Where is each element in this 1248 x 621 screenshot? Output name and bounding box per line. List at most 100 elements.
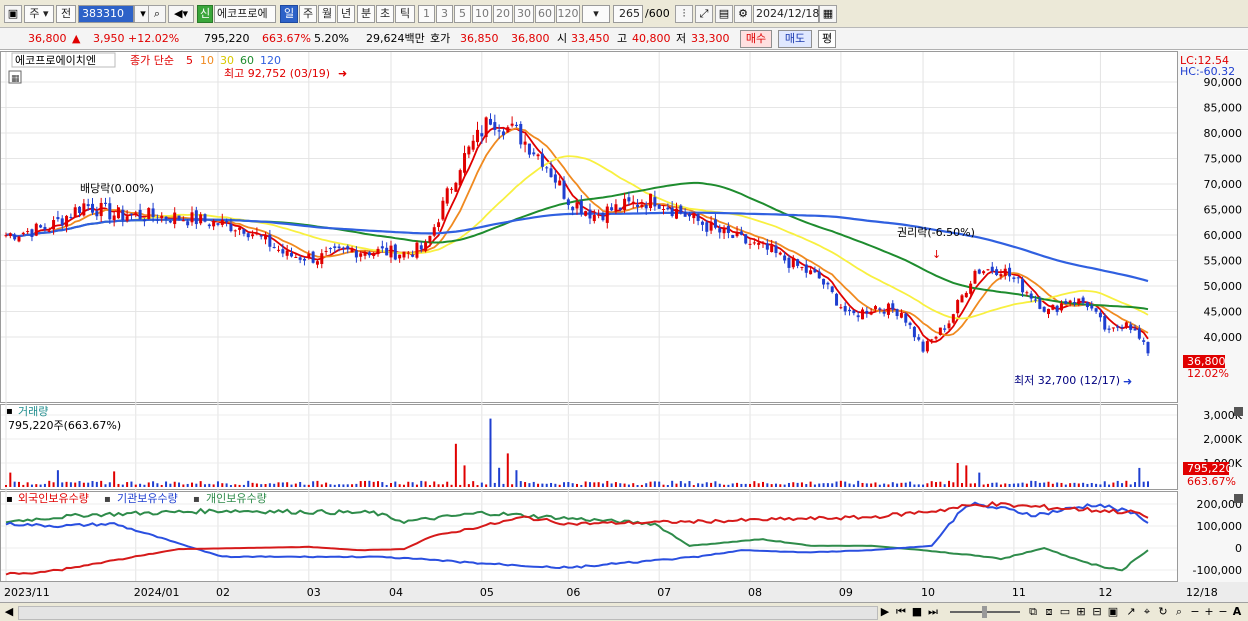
zoom-out-icon[interactable]: − xyxy=(1188,605,1202,619)
volume-bar xyxy=(182,484,185,487)
volume-bar xyxy=(563,482,566,487)
price-y-tick: 40,000 xyxy=(1204,331,1243,344)
candle-body xyxy=(1051,304,1055,310)
layout-icon-6[interactable]: ▣ xyxy=(1106,605,1120,619)
scroll-left-icon[interactable]: ◀ xyxy=(4,605,14,619)
volume-bar xyxy=(5,485,7,487)
interval-3[interactable]: 3 xyxy=(436,5,453,23)
candle-body xyxy=(623,198,627,210)
font-size-icon[interactable]: A xyxy=(1230,605,1244,619)
tool-icon-2[interactable]: ⌖ xyxy=(1140,605,1154,619)
volume-close-icon[interactable] xyxy=(1234,407,1243,416)
zoom-slider-handle[interactable] xyxy=(982,606,987,618)
chart-area[interactable]: 에코프로에이치엔 종가 단순 5 10 30 60 120 ▦ 최고 92,75… xyxy=(0,50,1248,602)
interval-5[interactable]: 5 xyxy=(454,5,471,23)
rewind-icon[interactable]: ⏮ xyxy=(894,605,908,619)
count-input[interactable]: 265 xyxy=(613,5,643,23)
gear-icon[interactable]: ⚙ xyxy=(734,5,752,23)
magnifier-icon[interactable]: ⌕ xyxy=(1172,605,1186,619)
layout-icon-5[interactable]: ⊟ xyxy=(1090,605,1104,619)
volume-bar xyxy=(580,484,583,487)
scroll-right-icon[interactable]: ▶ xyxy=(880,605,890,619)
volume-bar xyxy=(208,483,211,487)
x-axis-label: 2024/01 xyxy=(134,586,180,599)
calendar-icon[interactable]: ▦ xyxy=(819,5,837,23)
candle-body xyxy=(73,207,77,217)
candle-body xyxy=(190,212,194,223)
x-axis-label: 03 xyxy=(307,586,321,599)
volume-bar xyxy=(567,481,570,487)
candle-body xyxy=(1142,340,1146,342)
candle-body xyxy=(437,222,441,228)
period-minute[interactable]: 분 xyxy=(357,5,375,23)
volume-bar xyxy=(346,484,349,487)
tool-icon-1[interactable]: ↗ xyxy=(1124,605,1138,619)
volume-bar xyxy=(17,481,20,487)
volume-panel-icon: ▪ xyxy=(6,406,13,417)
period-year[interactable]: 년 xyxy=(337,5,355,23)
layout-icon-2[interactable]: ⧈ xyxy=(1042,605,1056,619)
candle-body xyxy=(467,146,471,155)
volume-bar xyxy=(277,482,280,487)
candle-body xyxy=(700,221,704,225)
candle-body xyxy=(960,295,964,303)
interval-120[interactable]: 120 xyxy=(556,5,580,23)
candle-body xyxy=(173,212,177,225)
candle-body xyxy=(973,270,977,284)
period-week[interactable]: 주 xyxy=(299,5,317,23)
tool-icon-3[interactable]: ↻ xyxy=(1156,605,1170,619)
holdings-y-tick: 100,000 xyxy=(1197,520,1243,533)
candle-body xyxy=(1059,303,1063,311)
candle-body xyxy=(380,246,384,249)
interval-20[interactable]: 20 xyxy=(493,5,513,23)
candle-body xyxy=(164,216,168,220)
flat-button[interactable]: 평 xyxy=(818,30,836,48)
stock-label: 에코프로에이치엔 xyxy=(15,54,96,67)
zoom-in-icon[interactable]: + xyxy=(1202,605,1216,619)
buy-button[interactable]: 매수 xyxy=(740,30,772,48)
candle-body xyxy=(610,207,614,211)
interval-1[interactable]: 1 xyxy=(418,5,435,23)
ask-label: 호가 xyxy=(430,32,451,45)
fast-forward-icon[interactable]: ⏭ xyxy=(926,605,940,619)
date-input[interactable]: 2024/12/18 xyxy=(753,5,819,23)
layout-icon-1[interactable]: ⧉ xyxy=(1026,605,1040,619)
stock-chart[interactable]: 에코프로에이치엔 종가 단순 5 10 30 60 120 ▦ 최고 92,75… xyxy=(0,50,1248,602)
holdings-close-icon[interactable] xyxy=(1234,494,1243,503)
stock-code-input[interactable]: 383310 xyxy=(78,5,134,23)
speaker-icon[interactable]: ◀▾ xyxy=(168,5,194,23)
candle-body xyxy=(817,271,821,279)
interval-60[interactable]: 60 xyxy=(535,5,555,23)
search-icon[interactable]: ⌕ xyxy=(148,5,166,23)
window-menu-icon[interactable]: ▣ xyxy=(4,5,22,23)
candle-body xyxy=(1012,277,1016,279)
period-tick[interactable]: 틱 xyxy=(395,5,415,23)
individual-label: 개인보유수량 xyxy=(206,492,267,505)
volume-bar xyxy=(22,484,25,487)
draw-tool-icon[interactable]: ⤢ xyxy=(695,5,713,23)
type-select[interactable]: 주 ▾ xyxy=(24,5,54,23)
sell-button[interactable]: 매도 xyxy=(778,30,812,48)
volume-bar xyxy=(485,484,488,487)
interval-10[interactable]: 10 xyxy=(472,5,492,23)
candle-body xyxy=(592,214,596,222)
prev-button[interactable]: 전 xyxy=(56,5,76,23)
candle-type-icon[interactable]: ⫶ xyxy=(675,5,693,23)
candle-body xyxy=(86,204,90,207)
volume-bar xyxy=(965,465,968,487)
save-icon[interactable]: ▤ xyxy=(715,5,733,23)
interval-30[interactable]: 30 xyxy=(514,5,534,23)
period-month[interactable]: 월 xyxy=(318,5,336,23)
interval-dropdown[interactable]: ▾ xyxy=(582,5,610,23)
holdings-sep-icon-1: ▪ xyxy=(104,494,111,505)
volume-bar xyxy=(221,483,224,487)
candle-body xyxy=(713,219,717,228)
layout-icon-3[interactable]: ▭ xyxy=(1058,605,1072,619)
period-second[interactable]: 초 xyxy=(376,5,394,23)
layout-icon-4[interactable]: ⊞ xyxy=(1074,605,1088,619)
candle-body xyxy=(662,209,666,211)
reset-icon[interactable]: − xyxy=(1216,605,1230,619)
stop-icon[interactable]: ■ xyxy=(910,605,924,619)
scrollbar-track[interactable] xyxy=(18,606,878,620)
period-day[interactable]: 일 xyxy=(280,5,298,23)
